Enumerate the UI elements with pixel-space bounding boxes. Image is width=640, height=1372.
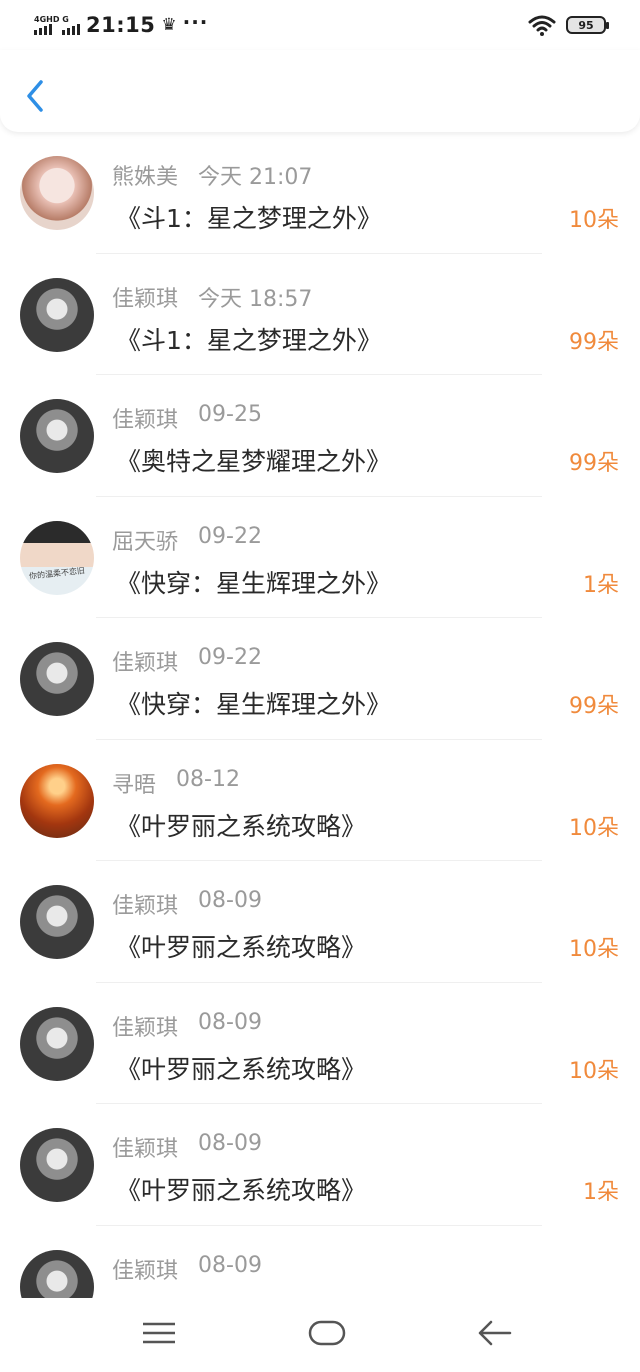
user-name[interactable]: 佳颖琪 (112, 888, 178, 920)
avatar-caption: 你的温柔不恋旧 (28, 565, 86, 581)
gift-record-list[interactable]: 熊姝美 今天 21:07 《斗1：星之梦理之外》 10朵 佳颖琪 今天 18:5… (0, 132, 640, 1298)
list-item[interactable]: 佳颖琪 09-25 《奥特之星梦耀理之外》 99朵 (0, 375, 640, 497)
user-meta: 佳颖琪 09-22 (112, 645, 262, 677)
user-meta: 佳颖琪 08-09 (112, 1253, 262, 1285)
list-item[interactable]: 佳颖琪 08-09 《叶罗丽之系统攻略》 10朵 (0, 983, 640, 1104)
menu-icon (143, 1322, 175, 1344)
user-meta: 佳颖琪 09-25 (112, 402, 262, 434)
list-item[interactable]: 寻晤 08-12 《叶罗丽之系统攻略》 10朵 (0, 740, 640, 861)
flower-count: 10朵 (569, 1058, 619, 1084)
user-meta: 屈天骄 09-22 (112, 524, 262, 556)
user-name[interactable]: 佳颖琪 (112, 1010, 178, 1042)
user-meta: 熊姝美 今天 21:07 (112, 159, 312, 191)
list-item[interactable]: 佳颖琪 08-09 《叶罗丽之系统攻略》 1朵 (0, 1104, 640, 1226)
timestamp: 08-09 (198, 1252, 262, 1278)
book-title[interactable]: 《斗1：星之梦理之外》 (116, 199, 382, 235)
user-meta: 佳颖琪 08-09 (112, 1131, 262, 1163)
book-title[interactable]: 《快穿：星生辉理之外》 (116, 564, 391, 600)
book-title[interactable]: 《叶罗丽之系统攻略》 (116, 1171, 366, 1207)
home-icon (308, 1320, 346, 1346)
avatar[interactable] (20, 1006, 94, 1081)
list-item[interactable]: 佳颖琪 今天 18:57 《斗1：星之梦理之外》 99朵 (0, 254, 640, 375)
network-label: 4GHD G (34, 15, 69, 24)
avatar[interactable] (20, 1128, 94, 1202)
timestamp: 08-12 (176, 766, 240, 792)
timestamp: 08-09 (198, 1009, 262, 1035)
crown-icon: ♛ (161, 15, 177, 35)
battery-icon: 95 (566, 16, 609, 34)
avatar[interactable]: 你的温柔不恋旧 (20, 520, 94, 595)
avatar[interactable] (20, 277, 94, 352)
user-meta: 寻晤 08-12 (112, 767, 240, 799)
status-left: 4GHD G 21:15 ♛ ··· (34, 10, 209, 37)
avatar[interactable] (20, 642, 94, 716)
flower-count: 10朵 (569, 937, 619, 962)
status-right: 95 (528, 14, 609, 36)
header (0, 50, 640, 132)
user-name[interactable]: 屈天骄 (112, 524, 178, 556)
status-bar: 4GHD G 21:15 ♛ ··· 95 (0, 0, 640, 50)
wifi-icon (528, 15, 556, 36)
avatar[interactable] (20, 399, 94, 473)
clock: 21:15 (86, 13, 156, 37)
user-meta: 佳颖琪 今天 18:57 (112, 281, 312, 313)
list-item[interactable]: 你的温柔不恋旧 屈天骄 09-22 《快穿：星生辉理之外》 1朵 (0, 497, 640, 618)
flower-count: 10朵 (569, 815, 619, 841)
avatar[interactable] (20, 156, 94, 230)
back-arrow-icon (478, 1320, 512, 1346)
user-meta: 佳颖琪 08-09 (112, 888, 262, 920)
timestamp: 今天 18:57 (198, 286, 313, 312)
flower-count: 10朵 (569, 208, 619, 233)
timestamp: 08-09 (198, 1131, 262, 1156)
list-item[interactable]: 熊姝美 今天 21:07 《斗1：星之梦理之外》 10朵 (0, 132, 640, 254)
flower-count: 1朵 (583, 572, 619, 598)
book-title[interactable]: 《斗1：星之梦理之外》 (116, 321, 382, 357)
avatar[interactable] (20, 763, 94, 838)
book-title[interactable]: 《叶罗丽之系统攻略》 (116, 928, 366, 964)
flower-count: 99朵 (569, 329, 619, 355)
book-title[interactable]: 《叶罗丽之系统攻略》 (116, 807, 366, 843)
timestamp: 09-22 (198, 645, 262, 670)
user-meta: 佳颖琪 08-09 (112, 1010, 262, 1042)
user-name[interactable]: 寻晤 (112, 767, 156, 799)
battery-level: 95 (578, 18, 594, 32)
list-item[interactable]: 佳颖琪 08-09 《叶罗丽之系统攻略》 10朵 (0, 861, 640, 983)
nav-back-button[interactable] (478, 1320, 512, 1350)
list-item[interactable]: 佳颖琪 08-09 《叶罗丽之系统攻略》 (0, 1226, 640, 1298)
book-title[interactable]: 《快穿：星生辉理之外》 (116, 685, 391, 721)
user-name[interactable]: 熊姝美 (112, 159, 178, 191)
user-name[interactable]: 佳颖琪 (112, 645, 178, 677)
timestamp: 09-22 (198, 523, 262, 549)
avatar[interactable] (20, 1249, 94, 1298)
avatar[interactable] (20, 885, 94, 959)
home-button[interactable] (308, 1319, 346, 1351)
user-name[interactable]: 佳颖琪 (112, 402, 178, 434)
user-name[interactable]: 佳颖琪 (112, 1131, 178, 1163)
chevron-left-icon (27, 80, 43, 112)
timestamp: 08-09 (198, 888, 262, 913)
user-name[interactable]: 佳颖琪 (112, 281, 178, 313)
book-title[interactable]: 《叶罗丽之系统攻略》 (116, 1050, 366, 1086)
timestamp: 今天 21:07 (198, 165, 313, 190)
flower-count: 99朵 (569, 451, 619, 476)
menu-button[interactable] (142, 1321, 176, 1349)
system-nav-bar (0, 1298, 640, 1372)
more-notifications-icon: ··· (182, 10, 209, 34)
timestamp: 09-25 (198, 402, 262, 427)
signal-icon: 4GHD G (34, 15, 80, 35)
flower-count: 1朵 (583, 1180, 619, 1205)
user-name[interactable]: 佳颖琪 (112, 1253, 178, 1285)
list-item[interactable]: 佳颖琪 09-22 《快穿：星生辉理之外》 99朵 (0, 618, 640, 740)
back-button[interactable] (18, 76, 52, 116)
flower-count: 99朵 (569, 694, 619, 719)
book-title[interactable]: 《奥特之星梦耀理之外》 (116, 442, 391, 478)
screen: 4GHD G 21:15 ♛ ··· 95 熊姝美 今天 21:07 《斗1：星… (0, 0, 640, 1372)
